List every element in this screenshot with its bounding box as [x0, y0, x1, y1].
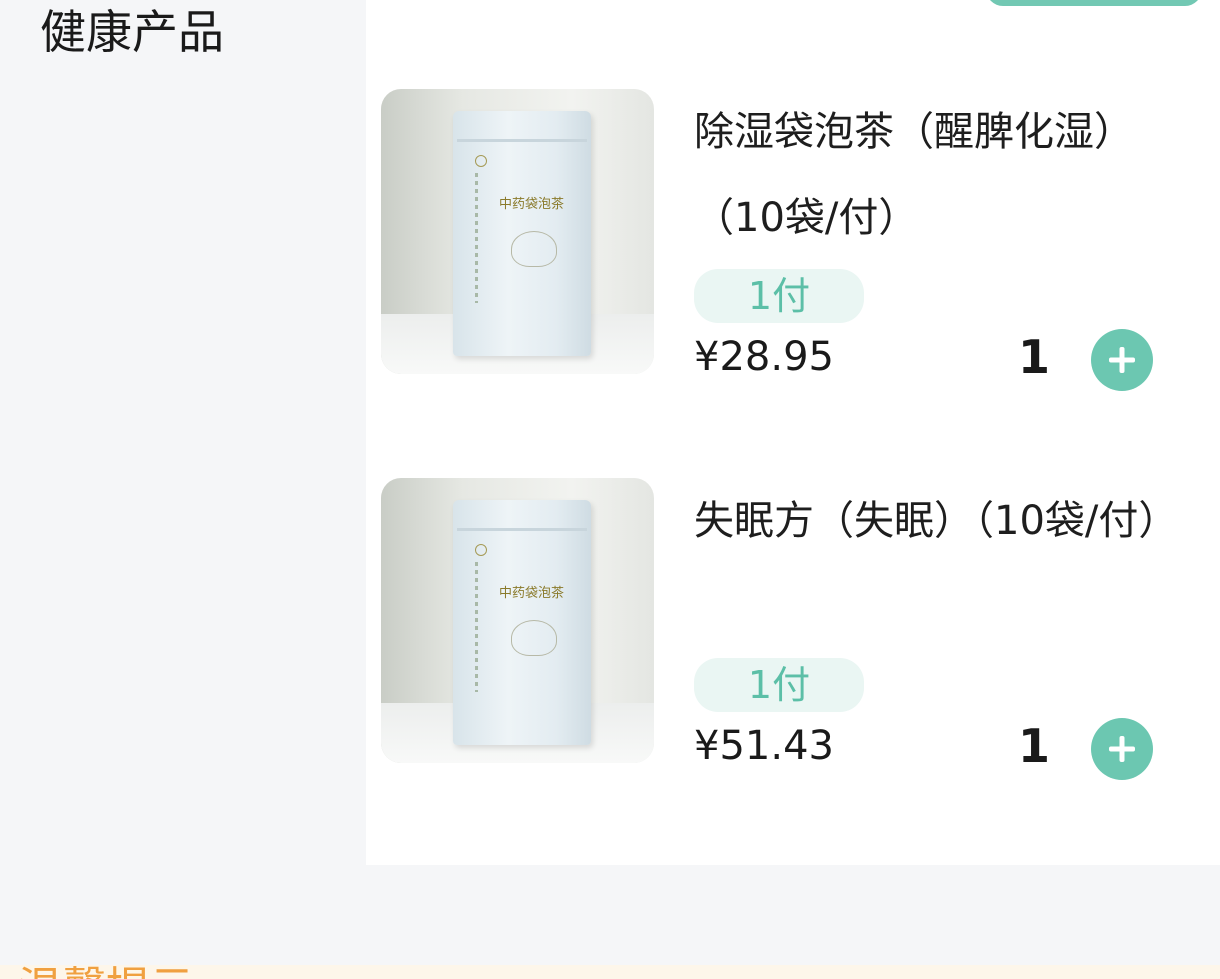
vertical-text-decoration [475, 173, 478, 303]
tea-bag-package: 中药袋泡茶 [453, 111, 591, 356]
package-label: 中药袋泡茶 [499, 586, 565, 601]
add-to-cart-button[interactable] [1091, 329, 1153, 391]
product-card[interactable]: 中药袋泡茶 除湿袋泡茶（醒脾化湿）（10袋/付） 1付 ¥28.95 1 [366, 89, 1220, 391]
product-image[interactable]: 中药袋泡茶 [381, 478, 654, 763]
product-card[interactable]: 中药袋泡茶 失眠方（失眠）（10袋/付） 1付 ¥51.43 1 [366, 478, 1220, 780]
spec-badge: 1付 [694, 658, 864, 712]
top-action-pill[interactable] [986, 0, 1202, 6]
bag-seal [457, 139, 587, 142]
teapot-illustration-icon [511, 620, 557, 656]
category-sidebar: 健康产品 [0, 0, 366, 865]
product-image[interactable]: 中药袋泡茶 [381, 89, 654, 374]
vertical-text-decoration [475, 562, 478, 692]
category-item-health-products[interactable]: 健康产品 [40, 2, 224, 62]
tip-banner: 温馨提示 [0, 963, 1220, 979]
plus-icon [1109, 736, 1135, 762]
brand-logo-icon [475, 155, 487, 167]
add-to-cart-button[interactable] [1091, 718, 1153, 780]
quantity-value: 1 [1018, 719, 1051, 773]
tea-bag-package: 中药袋泡茶 [453, 500, 591, 745]
bag-seal [457, 528, 587, 531]
quantity-value: 1 [1018, 330, 1051, 384]
product-list: 中药袋泡茶 除湿袋泡茶（醒脾化湿）（10袋/付） 1付 ¥28.95 1 中药袋… [366, 0, 1220, 865]
plus-icon [1109, 347, 1135, 373]
product-price: ¥28.95 [694, 334, 834, 380]
page: 健康产品 中药袋泡茶 除湿袋泡茶（醒脾化湿）（10袋/付） 1付 ¥28.95 … [0, 0, 1220, 979]
product-price: ¥51.43 [694, 723, 834, 769]
brand-logo-icon [475, 544, 487, 556]
package-label: 中药袋泡茶 [499, 197, 565, 212]
teapot-illustration-icon [511, 231, 557, 267]
product-title[interactable]: 除湿袋泡茶（醒脾化湿）（10袋/付） [694, 89, 1164, 261]
product-title[interactable]: 失眠方（失眠）（10袋/付） [694, 478, 1178, 564]
tip-title: 温馨提示 [18, 959, 194, 979]
spec-badge: 1付 [694, 269, 864, 323]
